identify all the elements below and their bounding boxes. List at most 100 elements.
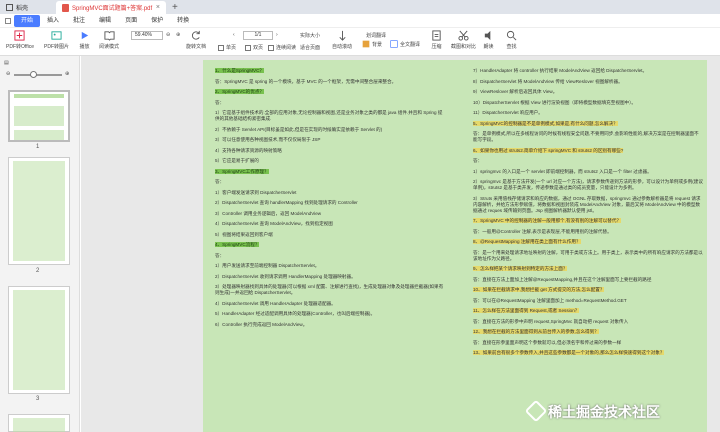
shrink-icon[interactable]: ⊖ — [6, 71, 10, 77]
question-heading: 3、SpringMVC工作原理？ — [215, 168, 445, 175]
thumbnail-tools: ▤ ⊖ ⊕ — [0, 56, 79, 82]
tab-document[interactable]: SpringMVC面试题篇+答案.pdf × — [56, 1, 166, 14]
slider-handle[interactable] — [30, 71, 37, 78]
continuous-read-button[interactable]: 连续阅读 — [268, 44, 296, 51]
paragraph-text: 答：可以在@RequestMapping 注解里面加上 method=Reque… — [473, 297, 627, 303]
paragraph: 11）DispatcherServlet 响应用户。 — [473, 110, 703, 116]
scissors-icon — [458, 30, 469, 41]
continuous-icon — [268, 44, 274, 51]
double-page-icon — [245, 44, 251, 51]
find-button[interactable]: 查找 — [506, 30, 517, 50]
single-page-button[interactable]: 单页 — [218, 44, 236, 51]
question-text: 10、如果在拦截请求中,我想拦截 get 方式提交的方法,怎么配置？ — [473, 287, 605, 292]
paragraph: 答： — [473, 158, 703, 164]
scrollbar[interactable] — [712, 56, 720, 432]
auto-scroll-button[interactable]: 自动滚动 — [332, 30, 352, 50]
paragraph-text: 4）支持各种请求资源的映射策略 — [215, 147, 282, 153]
question-text: 13、如果前台有很多个参数传入,并且这些参数都是一个对象的,那么怎么样快速得到这… — [473, 350, 665, 355]
fit-page-button[interactable]: 适合页面 — [300, 44, 320, 51]
double-page-button[interactable]: 双页 — [245, 44, 263, 51]
prev-page-button[interactable]: ‹ — [233, 32, 235, 38]
question-text: 2、SpringMVC的优点？ — [215, 89, 265, 94]
page-number-label: 1 — [36, 144, 40, 150]
menu-home[interactable]: 开始 — [14, 14, 41, 27]
menu-edit[interactable]: 编辑 — [92, 15, 118, 27]
question-heading: 13、如果前台有很多个参数传入,并且这些参数都是一个对象的,那么怎么样快速得到这… — [473, 350, 703, 356]
thumbnail-menu-icon[interactable]: ▤ — [4, 60, 9, 66]
tab-home[interactable]: 稻壳 — [0, 1, 56, 14]
paragraph: 2）springmvc 是基于方法开发(一个 url 对应一个方法)，请求参数传… — [473, 179, 703, 191]
document-viewer[interactable]: 1、什么是SpringMVC？ 答：SpringMVC 是 spring 的一个模… — [81, 56, 720, 432]
paragraph: 答： — [215, 253, 445, 259]
zoom-input[interactable]: 59.40% — [131, 31, 163, 40]
page-number-label: 2 — [36, 268, 40, 274]
word-translate-button[interactable]: 划词翻译 — [366, 32, 386, 39]
speaker-icon — [484, 30, 491, 41]
rotate-icon — [191, 30, 200, 40]
translate-icon — [390, 40, 398, 48]
paragraph-text: 10）DispatcherServlet 根据 View 进行渲染视图（即将模型… — [473, 99, 637, 105]
paragraph: 2）DispatcherServlet 收到请求调用 HandlerMappin… — [215, 274, 445, 280]
close-icon[interactable]: × — [156, 4, 160, 11]
thumbnail-size-slider[interactable] — [14, 74, 62, 76]
paragraph: 答：是单例模式,所以在多线程访问的时候有线程安全问题,不要用同步,会影响性能的,… — [473, 131, 703, 143]
play-button[interactable]: 播放 — [79, 30, 90, 50]
actual-size-button[interactable]: 实际大小 — [300, 32, 320, 39]
question-text: 9、怎么样把某个请求映射到特定的方法上面？ — [473, 266, 568, 271]
paragraph: 答：直接在方法上面加上注解@RequestMapping,并且在这个注解里面写上… — [473, 277, 703, 283]
image-icon — [51, 31, 62, 40]
toolbar: PDF转Office PDF转图片 播放 阅读模式 59.40% ⊖ ⊕ 旋转文… — [0, 28, 720, 56]
pdf-to-office-icon — [14, 30, 26, 41]
paragraph: 答：一般用@Controller 注解,表示是表现层,不能用用别的注解代替。 — [473, 229, 703, 235]
paragraph-text: 答： — [215, 99, 225, 105]
menu-protect[interactable]: 保护 — [144, 15, 170, 27]
paragraph-text: 2）DispatcherServlet 查询 handlerMapping 找到… — [215, 200, 358, 205]
menu-insert[interactable]: 插入 — [40, 15, 66, 27]
enlarge-icon[interactable]: ⊕ — [65, 71, 69, 77]
paragraph: 4）DispatcherServlet 查询 ModelAndView，找到指定… — [215, 221, 445, 227]
menu-icon[interactable] — [5, 17, 11, 24]
full-translate-button[interactable]: 全文翻译 — [390, 40, 420, 48]
rotate-button[interactable]: 旋转文档 — [186, 30, 206, 50]
paragraph-text: 答：SpringMVC 是 spring 的一个模块，基于 MVC 的一个框架，… — [215, 78, 397, 84]
question-text: 6、如果你也用过 struts2.简单介绍下 springMVC 和 strut… — [473, 147, 624, 153]
paragraph-text: 9）ViewReslover 解析后返回具体 View。 — [473, 89, 558, 94]
paragraph-text: 5）它应是易于扩展的 — [215, 158, 259, 163]
paragraph-text: 答：是单例模式,所以在多线程访问的时候有线程安全问题,不要用同步,会影响性能的,… — [473, 131, 699, 142]
compress-button[interactable]: 压缩 — [431, 30, 442, 50]
menu-annotate[interactable]: 批注 — [66, 15, 92, 27]
zoom-out-button[interactable]: ⊖ — [166, 32, 170, 38]
page-thumbnail-1[interactable] — [8, 90, 70, 142]
background-button[interactable]: 背景 — [362, 40, 382, 48]
zoom-in-button[interactable]: ⊕ — [176, 32, 180, 38]
right-column: 7）HandlerAdapter 将 controller 执行结果 Model… — [473, 68, 703, 361]
question-text: 12、我想在拦截的方法里面得到从前台传入的参数,怎么得到？ — [473, 329, 599, 334]
menu-convert[interactable]: 转换 — [170, 15, 196, 27]
new-tab-button[interactable]: + — [166, 1, 184, 14]
next-page-button[interactable]: › — [276, 32, 278, 38]
paragraph: 3）Struts 采用值栈存储请求和响应的数据，通过 OGNL 存取数据，spr… — [473, 196, 703, 214]
menu-page[interactable]: 页面 — [118, 15, 144, 27]
pdf-file-icon — [62, 3, 69, 12]
question-text: 3、SpringMVC工作原理？ — [215, 168, 269, 174]
question-text: 8、@RequestMapping 注解用在类上面有什么作用？ — [473, 239, 581, 244]
paragraph-text: 2）DispatcherServlet 收到请求调用 HandlerMappin… — [215, 273, 356, 279]
page-thumbnail-3[interactable] — [8, 286, 70, 394]
read-aloud-button[interactable]: 朗读 — [483, 30, 494, 50]
pdf-to-image-button[interactable]: PDF转图片 — [44, 30, 69, 50]
page-thumbnail-4[interactable] — [8, 414, 70, 432]
paragraph-text: 5）视图将结果返回到客户端 — [215, 231, 273, 237]
page-number-input[interactable]: 1/1 — [243, 31, 273, 40]
paragraph: 4）DispatcherServlet 调用 HandlerAdapter 处理… — [215, 301, 445, 307]
paragraph-text: 1）用户发送请求至前端控制器 DispatcherServlet。 — [215, 263, 320, 268]
pdf-to-office-button[interactable]: PDF转Office — [6, 30, 34, 50]
question-text: 11、怎么样在方法里面得到 Request,或者 Session？ — [473, 308, 580, 313]
paragraph-text: 3）处理器映射器找到具体的处理器(可以根据 xml 配置、注解进行查找)，生成处… — [215, 284, 444, 295]
screenshot-compare-button[interactable]: 截图和对比 — [451, 30, 476, 50]
paragraph: 10）DispatcherServlet 根据 View 进行渲染视图（即将模型… — [473, 100, 703, 106]
question-heading: 6、如果你也用过 struts2.简单介绍下 springMVC 和 strut… — [473, 147, 703, 154]
page-thumbnail-2[interactable] — [8, 157, 70, 265]
read-mode-button[interactable]: 阅读模式 — [99, 30, 119, 50]
thumb-highlight — [13, 290, 65, 390]
thumb-highlight — [14, 130, 64, 140]
